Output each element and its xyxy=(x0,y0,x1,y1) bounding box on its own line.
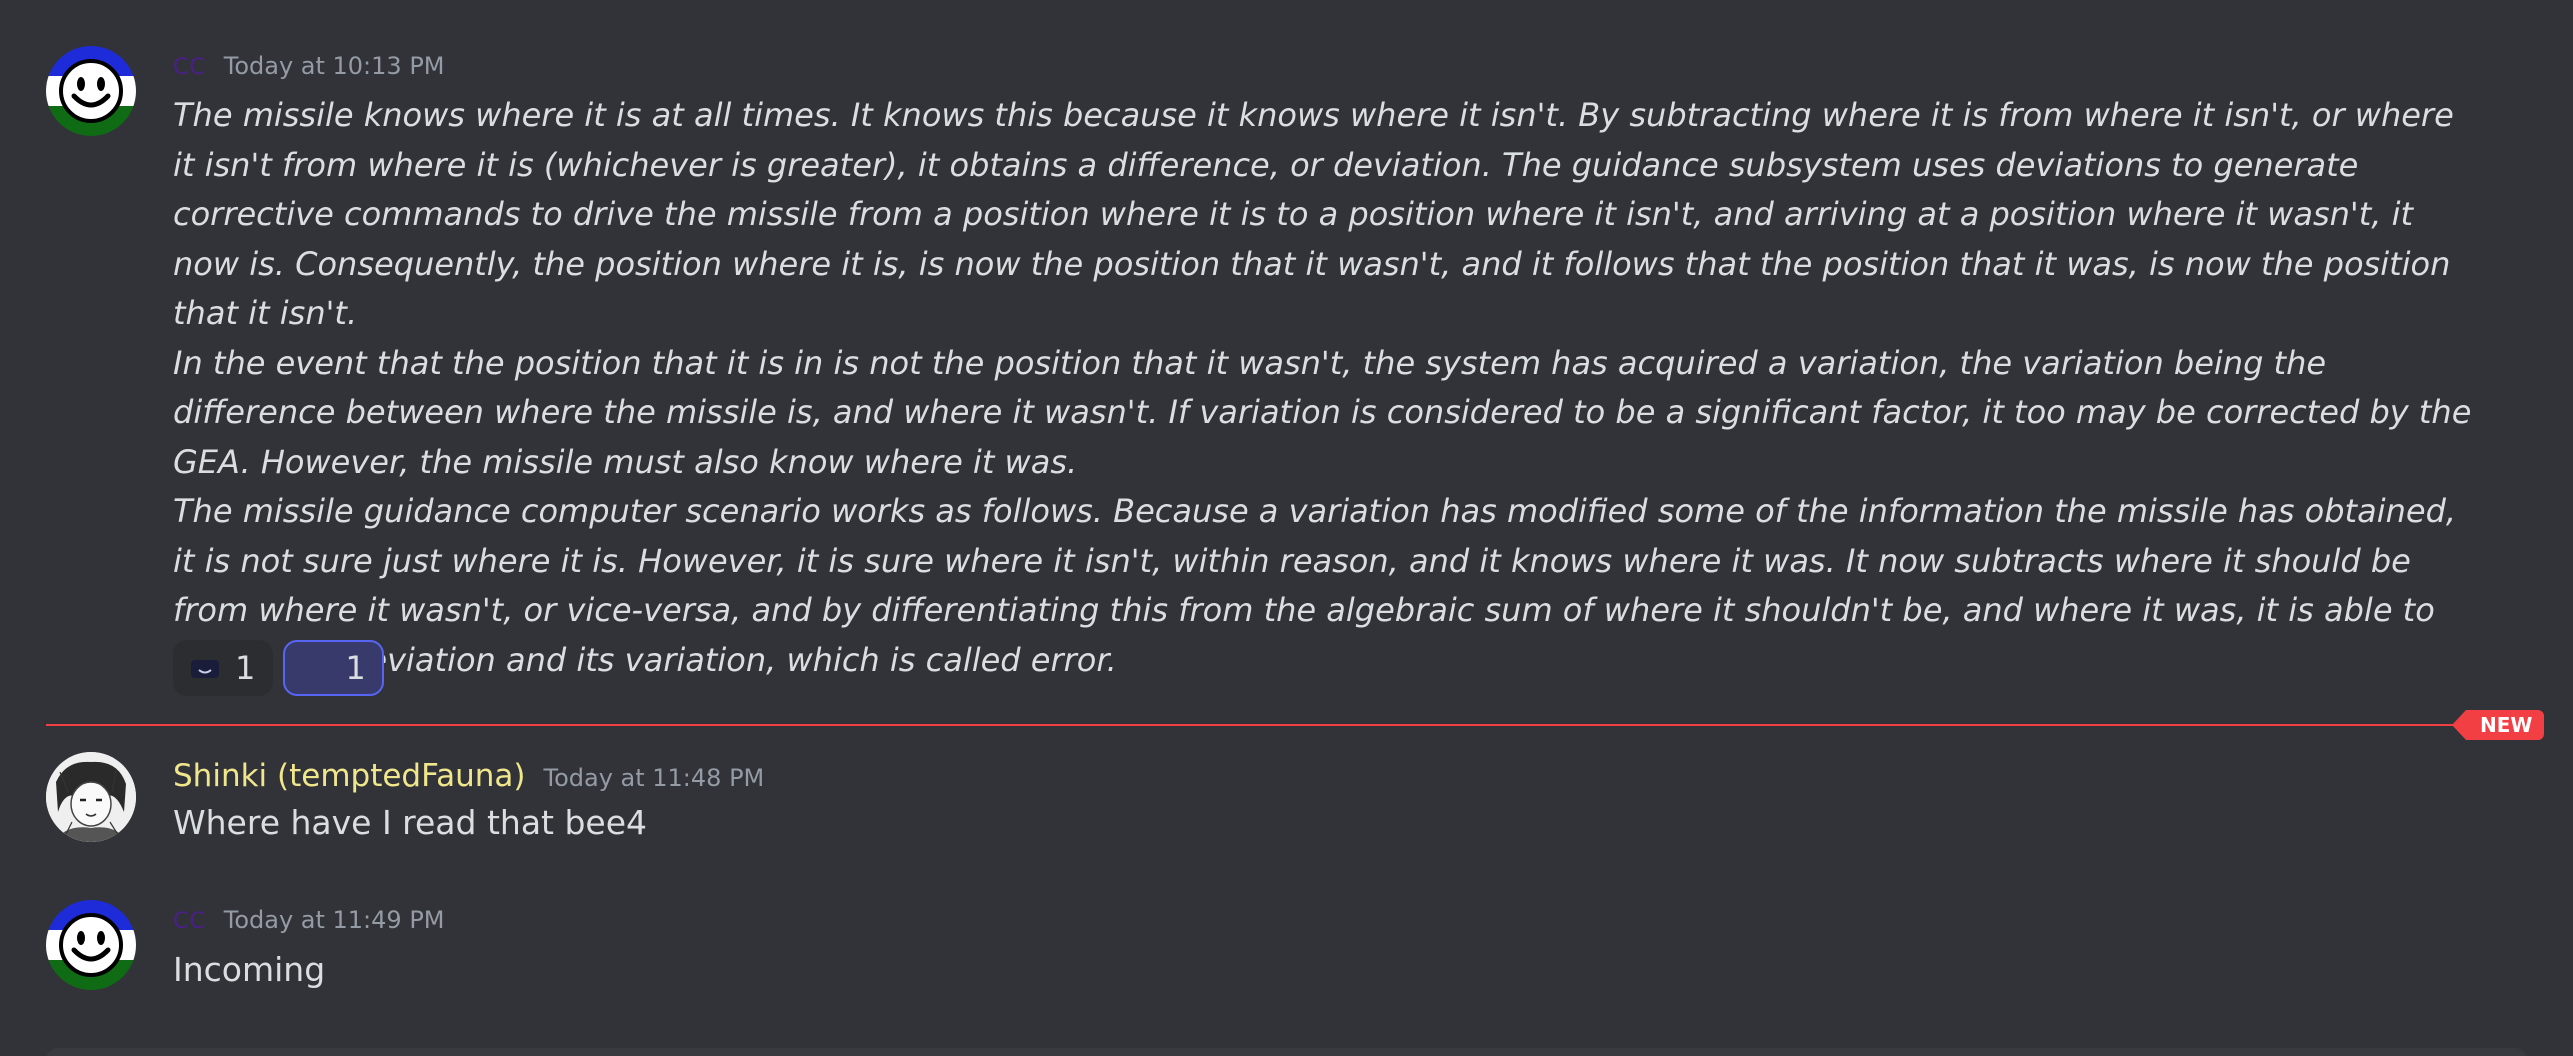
reaction-smiling-face[interactable]: 1 xyxy=(173,640,274,696)
chat-messages: CC Today at 10:13 PM The missile knows w… xyxy=(0,0,2573,1056)
new-messages-divider xyxy=(46,724,2466,726)
reaction-count: 1 xyxy=(235,649,256,687)
message-header: CC Today at 11:49 PM xyxy=(173,906,445,934)
smiling-face-emoji-icon xyxy=(189,652,221,684)
timestamp[interactable]: Today at 11:48 PM xyxy=(543,764,764,792)
timestamp[interactable]: Today at 10:13 PM xyxy=(224,52,445,80)
new-messages-badge: NEW xyxy=(2451,710,2545,740)
message-header: CC Today at 10:13 PM xyxy=(173,52,445,80)
author-name[interactable]: CC xyxy=(173,909,206,934)
message-paragraph: The missile guidance computer scenario w… xyxy=(173,492,2457,679)
author-name[interactable]: Shinki (temptedFauna) xyxy=(173,758,525,794)
crescent-moon-emoji-icon xyxy=(299,652,331,684)
avatar-cc[interactable] xyxy=(46,900,136,990)
reaction-count: 1 xyxy=(345,649,366,687)
message-content: Incoming xyxy=(173,950,326,989)
message-composer[interactable] xyxy=(46,1048,2527,1056)
timestamp[interactable]: Today at 11:49 PM xyxy=(224,906,445,934)
message-content: The missile knows where it is at all tim… xyxy=(173,91,2473,685)
message-paragraph: The missile knows where it is at all tim… xyxy=(173,96,2454,332)
avatar-cc[interactable] xyxy=(46,46,136,136)
message-header: Shinki (temptedFauna) Today at 11:48 PM xyxy=(173,758,764,794)
reaction-crescent-moon[interactable]: 1 xyxy=(283,640,384,696)
reactions-bar: 1 1 xyxy=(173,640,384,696)
author-name[interactable]: CC xyxy=(173,55,206,80)
message-content: Where have I read that bee4 xyxy=(173,803,648,842)
avatar-shinki[interactable] xyxy=(46,752,136,842)
message-paragraph: In the event that the position that it i… xyxy=(173,343,2472,481)
